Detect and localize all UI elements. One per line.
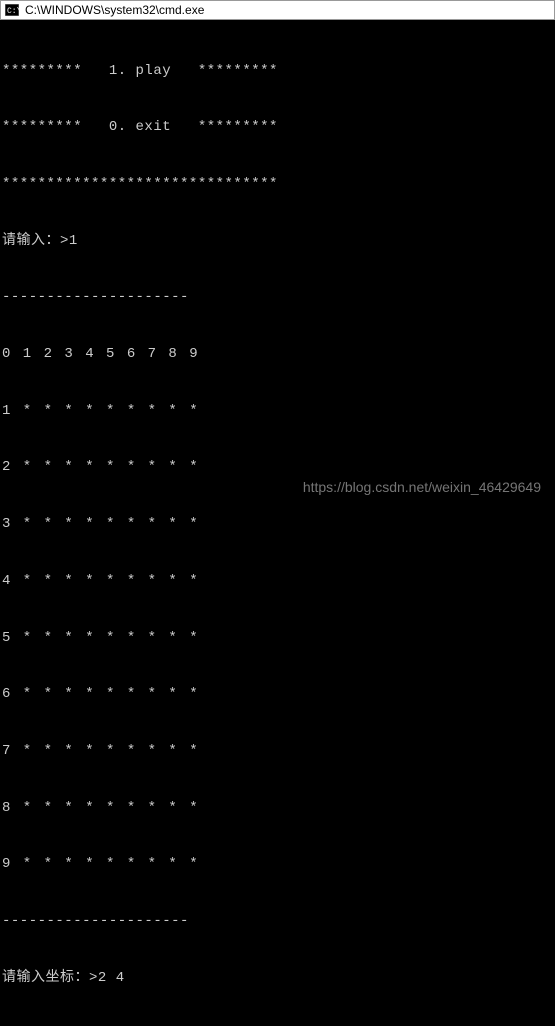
window-titlebar[interactable]: C:\ C:\WINDOWS\system32\cmd.exe (0, 0, 555, 20)
grid1-row: 8 * * * * * * * * * (2, 799, 553, 818)
prompt-value: 1 (69, 233, 78, 249)
prompt-label: 请输入坐标：> (2, 970, 98, 986)
grid1-row: 9 * * * * * * * * * (2, 855, 553, 874)
grid1-row: 3 * * * * * * * * * (2, 515, 553, 534)
prompt-value: 2 4 (98, 970, 125, 986)
grid1-row: 7 * * * * * * * * * (2, 742, 553, 761)
window-title: C:\WINDOWS\system32\cmd.exe (25, 3, 204, 17)
grid1-row: 1 * * * * * * * * * (2, 402, 553, 421)
svg-text:C:\: C:\ (7, 7, 19, 16)
grid1-header: 0 1 2 3 4 5 6 7 8 9 (2, 345, 553, 364)
prompt-input-2[interactable]: 请输入坐标：>2 4 (2, 969, 553, 988)
console-output: ********* 1. play ********* ********* 0.… (0, 20, 555, 1026)
menu-row-exit: ********* 0. exit ********* (2, 118, 553, 137)
cmd-icon: C:\ (5, 4, 19, 16)
grid1-row: 6 * * * * * * * * * (2, 685, 553, 704)
watermark-text: https://blog.csdn.net/weixin_46429649 (303, 479, 541, 495)
grid1-row: 4 * * * * * * * * * (2, 572, 553, 591)
prompt-input-1[interactable]: 请输入：>1 (2, 232, 553, 251)
separator: --------------------- (2, 288, 553, 307)
prompt-label: 请输入：> (2, 233, 69, 249)
grid1-row: 5 * * * * * * * * * (2, 629, 553, 648)
grid1-row: 2 * * * * * * * * * (2, 458, 553, 477)
separator: --------------------- (2, 1025, 553, 1026)
separator: --------------------- (2, 912, 553, 931)
menu-row-play: ********* 1. play ********* (2, 62, 553, 81)
menu-divider: ******************************* (2, 175, 553, 194)
